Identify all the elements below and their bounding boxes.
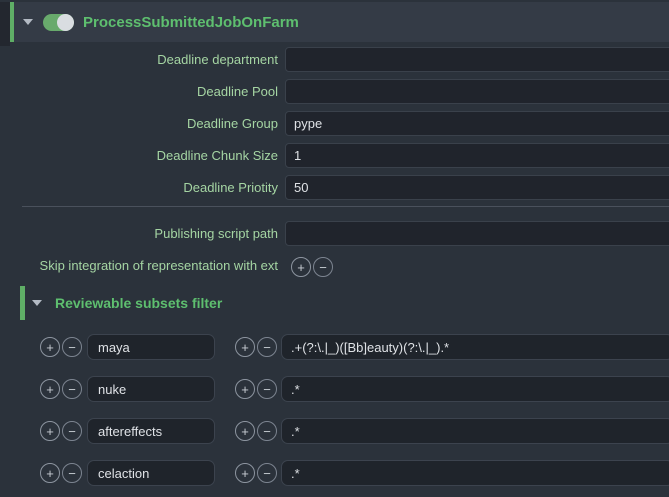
- filter-row-nuke: + − + −: [40, 376, 669, 402]
- deadline-chunk-size-label: Deadline Chunk Size: [0, 148, 278, 163]
- value-buttons: + −: [235, 463, 277, 483]
- remove-key-button[interactable]: −: [62, 421, 82, 441]
- remove-value-button[interactable]: −: [257, 421, 277, 441]
- remove-item-button[interactable]: −: [313, 257, 333, 277]
- form-row-deadline-chunk-size: Deadline Chunk Size: [0, 142, 669, 168]
- remove-value-button[interactable]: −: [257, 379, 277, 399]
- filter-key-input[interactable]: [87, 418, 215, 444]
- form-row-deadline-group: Deadline Group: [0, 110, 669, 136]
- section-collapse-arrow-icon[interactable]: [32, 300, 42, 306]
- filter-value-input[interactable]: [281, 376, 669, 402]
- deadline-pool-input[interactable]: [285, 79, 669, 104]
- filter-row-maya: + − + −: [40, 334, 669, 360]
- add-value-button[interactable]: +: [235, 421, 255, 441]
- deadline-group-label: Deadline Group: [0, 116, 278, 131]
- remove-value-button[interactable]: −: [257, 463, 277, 483]
- remove-key-button[interactable]: −: [62, 337, 82, 357]
- publishing-script-path-input[interactable]: [285, 221, 669, 246]
- add-key-button[interactable]: +: [40, 421, 60, 441]
- add-key-button[interactable]: +: [40, 463, 60, 483]
- filter-value-input[interactable]: [281, 334, 669, 360]
- settings-form: Deadline department Deadline Pool Deadli…: [0, 46, 669, 278]
- header-left-margin: [0, 2, 10, 46]
- section-title: Reviewable subsets filter: [55, 295, 222, 311]
- key-buttons: + −: [40, 337, 82, 357]
- add-value-button[interactable]: +: [235, 463, 255, 483]
- deadline-priority-input[interactable]: [285, 175, 669, 200]
- remove-key-button[interactable]: −: [62, 463, 82, 483]
- section-divider: [22, 206, 669, 207]
- form-row-deadline-department: Deadline department: [0, 46, 669, 72]
- enabled-toggle[interactable]: [43, 14, 74, 31]
- form-row-deadline-priority: Deadline Priotity: [0, 174, 669, 200]
- group-header-process-submitted-job: ProcessSubmittedJobOnFarm: [10, 2, 669, 42]
- add-key-button[interactable]: +: [40, 379, 60, 399]
- remove-key-button[interactable]: −: [62, 379, 82, 399]
- add-item-button[interactable]: +: [291, 257, 311, 277]
- skip-integration-buttons: + −: [291, 257, 333, 277]
- deadline-pool-label: Deadline Pool: [0, 84, 278, 99]
- deadline-priority-label: Deadline Priotity: [0, 180, 278, 195]
- value-buttons: + −: [235, 421, 277, 441]
- filter-row-celaction: + − + −: [40, 460, 669, 486]
- add-value-button[interactable]: +: [235, 337, 255, 357]
- form-row-deadline-pool: Deadline Pool: [0, 78, 669, 104]
- deadline-department-label: Deadline department: [0, 52, 278, 67]
- filter-value-input[interactable]: [281, 418, 669, 444]
- value-buttons: + −: [235, 337, 277, 357]
- collapse-arrow-icon[interactable]: [23, 19, 33, 25]
- form-row-skip-integration: Skip integration of representation with …: [0, 252, 669, 278]
- filter-value-input[interactable]: [281, 460, 669, 486]
- deadline-department-input[interactable]: [285, 47, 669, 72]
- deadline-chunk-size-input[interactable]: [285, 143, 669, 168]
- add-key-button[interactable]: +: [40, 337, 60, 357]
- key-buttons: + −: [40, 463, 82, 483]
- remove-value-button[interactable]: −: [257, 337, 277, 357]
- filter-list: + − + − + − + − + − + −: [0, 334, 669, 486]
- filter-key-input[interactable]: [87, 376, 215, 402]
- filter-key-input[interactable]: [87, 460, 215, 486]
- publishing-script-path-label: Publishing script path: [0, 226, 278, 241]
- value-buttons: + −: [235, 379, 277, 399]
- section-header-reviewable-subsets-filter: Reviewable subsets filter: [20, 286, 669, 320]
- key-buttons: + −: [40, 379, 82, 399]
- group-title: ProcessSubmittedJobOnFarm: [83, 14, 299, 31]
- key-buttons: + −: [40, 421, 82, 441]
- form-row-publishing-script-path: Publishing script path: [0, 220, 669, 246]
- filter-row-aftereffects: + − + −: [40, 418, 669, 444]
- filter-key-input[interactable]: [87, 334, 215, 360]
- toggle-knob: [57, 14, 74, 31]
- skip-integration-label: Skip integration of representation with …: [0, 258, 278, 273]
- add-value-button[interactable]: +: [235, 379, 255, 399]
- deadline-group-input[interactable]: [285, 111, 669, 136]
